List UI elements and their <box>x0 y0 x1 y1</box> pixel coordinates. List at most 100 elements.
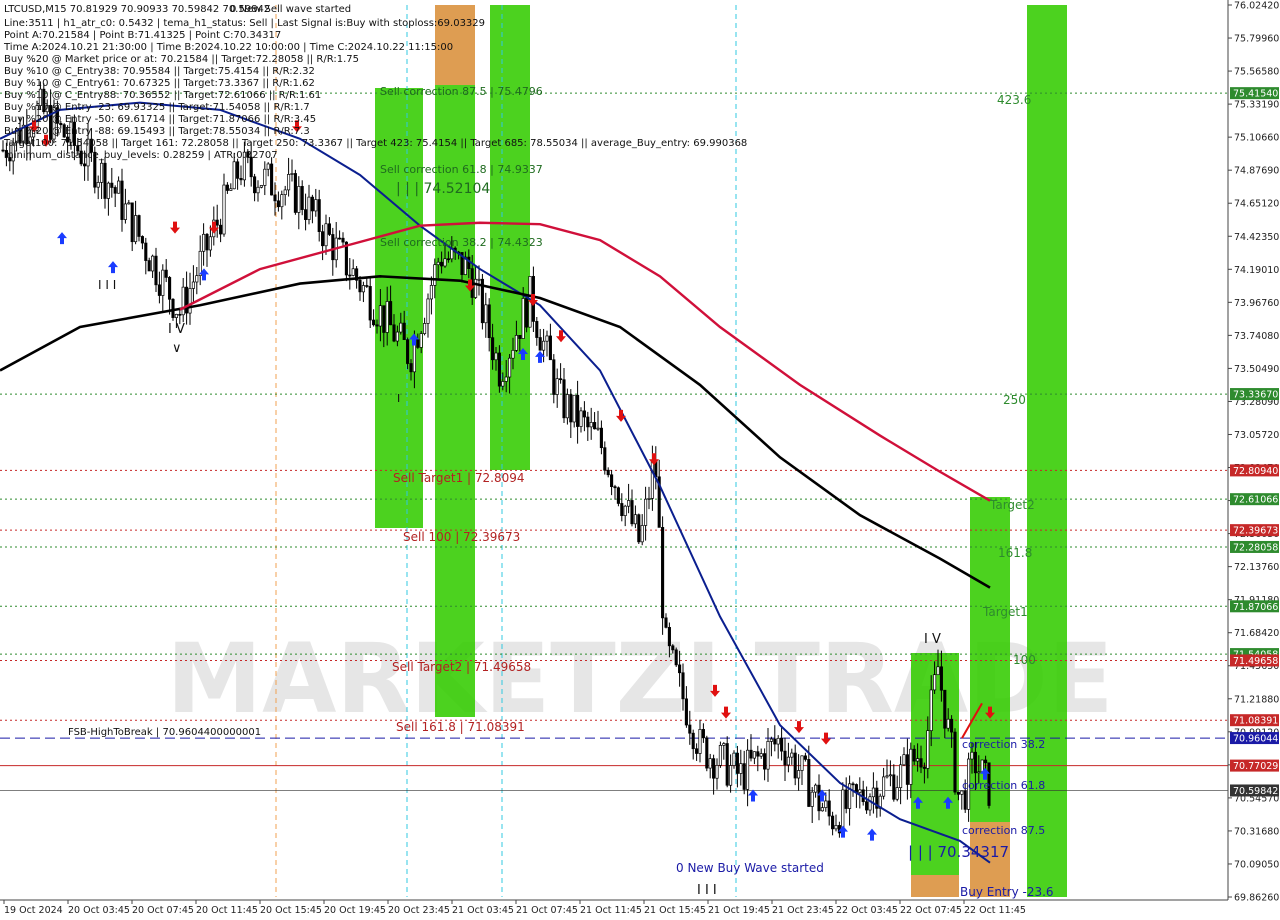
candle-body <box>341 237 345 243</box>
candle-body <box>140 236 144 244</box>
candle-body <box>215 219 219 226</box>
candle-body <box>338 237 342 240</box>
candle-body <box>232 161 236 190</box>
candle-body <box>181 286 185 316</box>
chart-annotation: Target2 <box>989 498 1035 512</box>
x-tick-label: 21 Oct 03:45 <box>452 905 514 916</box>
candle-body <box>297 186 301 213</box>
candle-body <box>739 763 743 774</box>
candle-body <box>154 255 158 286</box>
candle-body <box>664 617 668 628</box>
candle-body <box>433 264 437 286</box>
candle-body <box>324 223 328 247</box>
candle-body <box>705 737 709 769</box>
candle-body <box>436 261 440 266</box>
candle-body <box>905 754 909 785</box>
candle-body <box>936 666 940 676</box>
candle-body <box>640 525 644 543</box>
candle-body <box>793 752 797 779</box>
candle-body <box>586 416 590 428</box>
candle-body <box>399 322 403 333</box>
candle-body <box>780 737 784 752</box>
candle-body <box>620 503 624 516</box>
candle-body <box>256 186 260 194</box>
candle-body <box>647 497 651 500</box>
chart-annotation: | | | 70.34317 <box>908 843 1009 861</box>
candle-body <box>820 807 824 812</box>
candle-body <box>535 321 539 338</box>
chart-annotation: Target1 <box>982 605 1028 619</box>
candle-body <box>208 236 212 251</box>
candle-body <box>984 759 988 764</box>
candle-body <box>667 627 671 647</box>
candle-body <box>382 305 386 333</box>
candle-body <box>130 202 134 243</box>
wave-label: ∨ <box>172 341 182 356</box>
candle-body <box>127 202 131 205</box>
candle-body <box>576 394 580 427</box>
candle-body <box>103 162 107 199</box>
y-tick-label: 73.50490 <box>1234 364 1279 375</box>
candle-body <box>419 333 423 348</box>
chart-annotation: Sell 100 | 72.39673 <box>403 530 520 544</box>
candle-body <box>443 258 447 267</box>
x-tick-label: 22 Oct 07:45 <box>900 905 962 916</box>
candle-body <box>474 278 478 298</box>
x-tick-label: 22 Oct 03:45 <box>836 905 898 916</box>
price-tag-label: 71.87066 <box>1233 602 1278 613</box>
candle-body <box>783 750 787 766</box>
price-tag-label: 70.96044 <box>1233 734 1278 745</box>
candle-body <box>545 335 549 342</box>
candle-body <box>650 461 654 499</box>
candle-body <box>467 256 471 269</box>
candle-body <box>695 748 699 754</box>
candle-body <box>766 741 770 770</box>
candle-body <box>599 427 603 449</box>
candle-body <box>423 323 427 334</box>
price-tag-label: 75.41540 <box>1233 89 1278 100</box>
info-line: Target100: 71.54058 || Target 161: 72.28… <box>3 138 747 149</box>
candle-body <box>593 422 597 430</box>
candle-body <box>280 194 284 208</box>
candle-body <box>746 749 750 790</box>
candle-body <box>603 447 607 471</box>
price-tag-label: 71.49658 <box>1233 656 1278 667</box>
y-tick-label: 74.87690 <box>1234 166 1279 177</box>
candle-body <box>582 410 586 418</box>
x-tick-label: 21 Oct 11:45 <box>580 905 642 916</box>
candle-body <box>440 261 444 267</box>
wave-label: I I I <box>697 883 717 898</box>
info-line: Buy %10 @ C_Entry61: 70.67325 || Target:… <box>4 78 315 89</box>
candle-body <box>518 335 522 339</box>
y-tick-label: 71.68420 <box>1234 628 1279 639</box>
candle-body <box>525 298 529 328</box>
candle-body <box>579 410 583 427</box>
candle-body <box>290 173 294 175</box>
candle-body <box>406 339 410 364</box>
chart-annotation: Sell correction 38.2 | 74.4323 <box>380 236 543 249</box>
x-tick-label: 20 Oct 15:45 <box>260 905 322 916</box>
candle-body <box>892 774 896 800</box>
candle-body <box>715 765 719 779</box>
price-tag-label: 72.39673 <box>1233 526 1278 537</box>
chart-annotation: 250 <box>1003 393 1026 407</box>
candle-body <box>429 285 433 300</box>
candle-body <box>885 775 889 778</box>
chart-annotation: Sell correction 87.5 | 75.4796 <box>380 85 543 98</box>
price-chart[interactable]: MARKETZI TRADE Sell correction 87.5 | 75… <box>0 0 1280 920</box>
x-tick-label: 21 Oct 23:45 <box>772 905 834 916</box>
chart-annotation: correction 87.5 <box>962 824 1045 837</box>
chart-annotation: correction 38.2 <box>962 738 1045 751</box>
info-line: Point A:70.21584 | Point B:71.41325 | Po… <box>4 30 281 41</box>
chart-annotation: FSB-HighToBreak | 70.9604400000001 <box>68 727 261 738</box>
candle-body <box>188 288 192 314</box>
candle-body <box>749 749 753 759</box>
candle-body <box>980 759 984 773</box>
price-tag-label: 72.28058 <box>1233 542 1278 553</box>
y-tick-label: 70.31680 <box>1234 826 1279 837</box>
trade-zone <box>1027 5 1067 897</box>
chart-annotation: 423.6 <box>997 93 1031 107</box>
candle-body <box>888 774 892 777</box>
candle-body <box>514 335 518 351</box>
candle-body <box>202 233 206 252</box>
